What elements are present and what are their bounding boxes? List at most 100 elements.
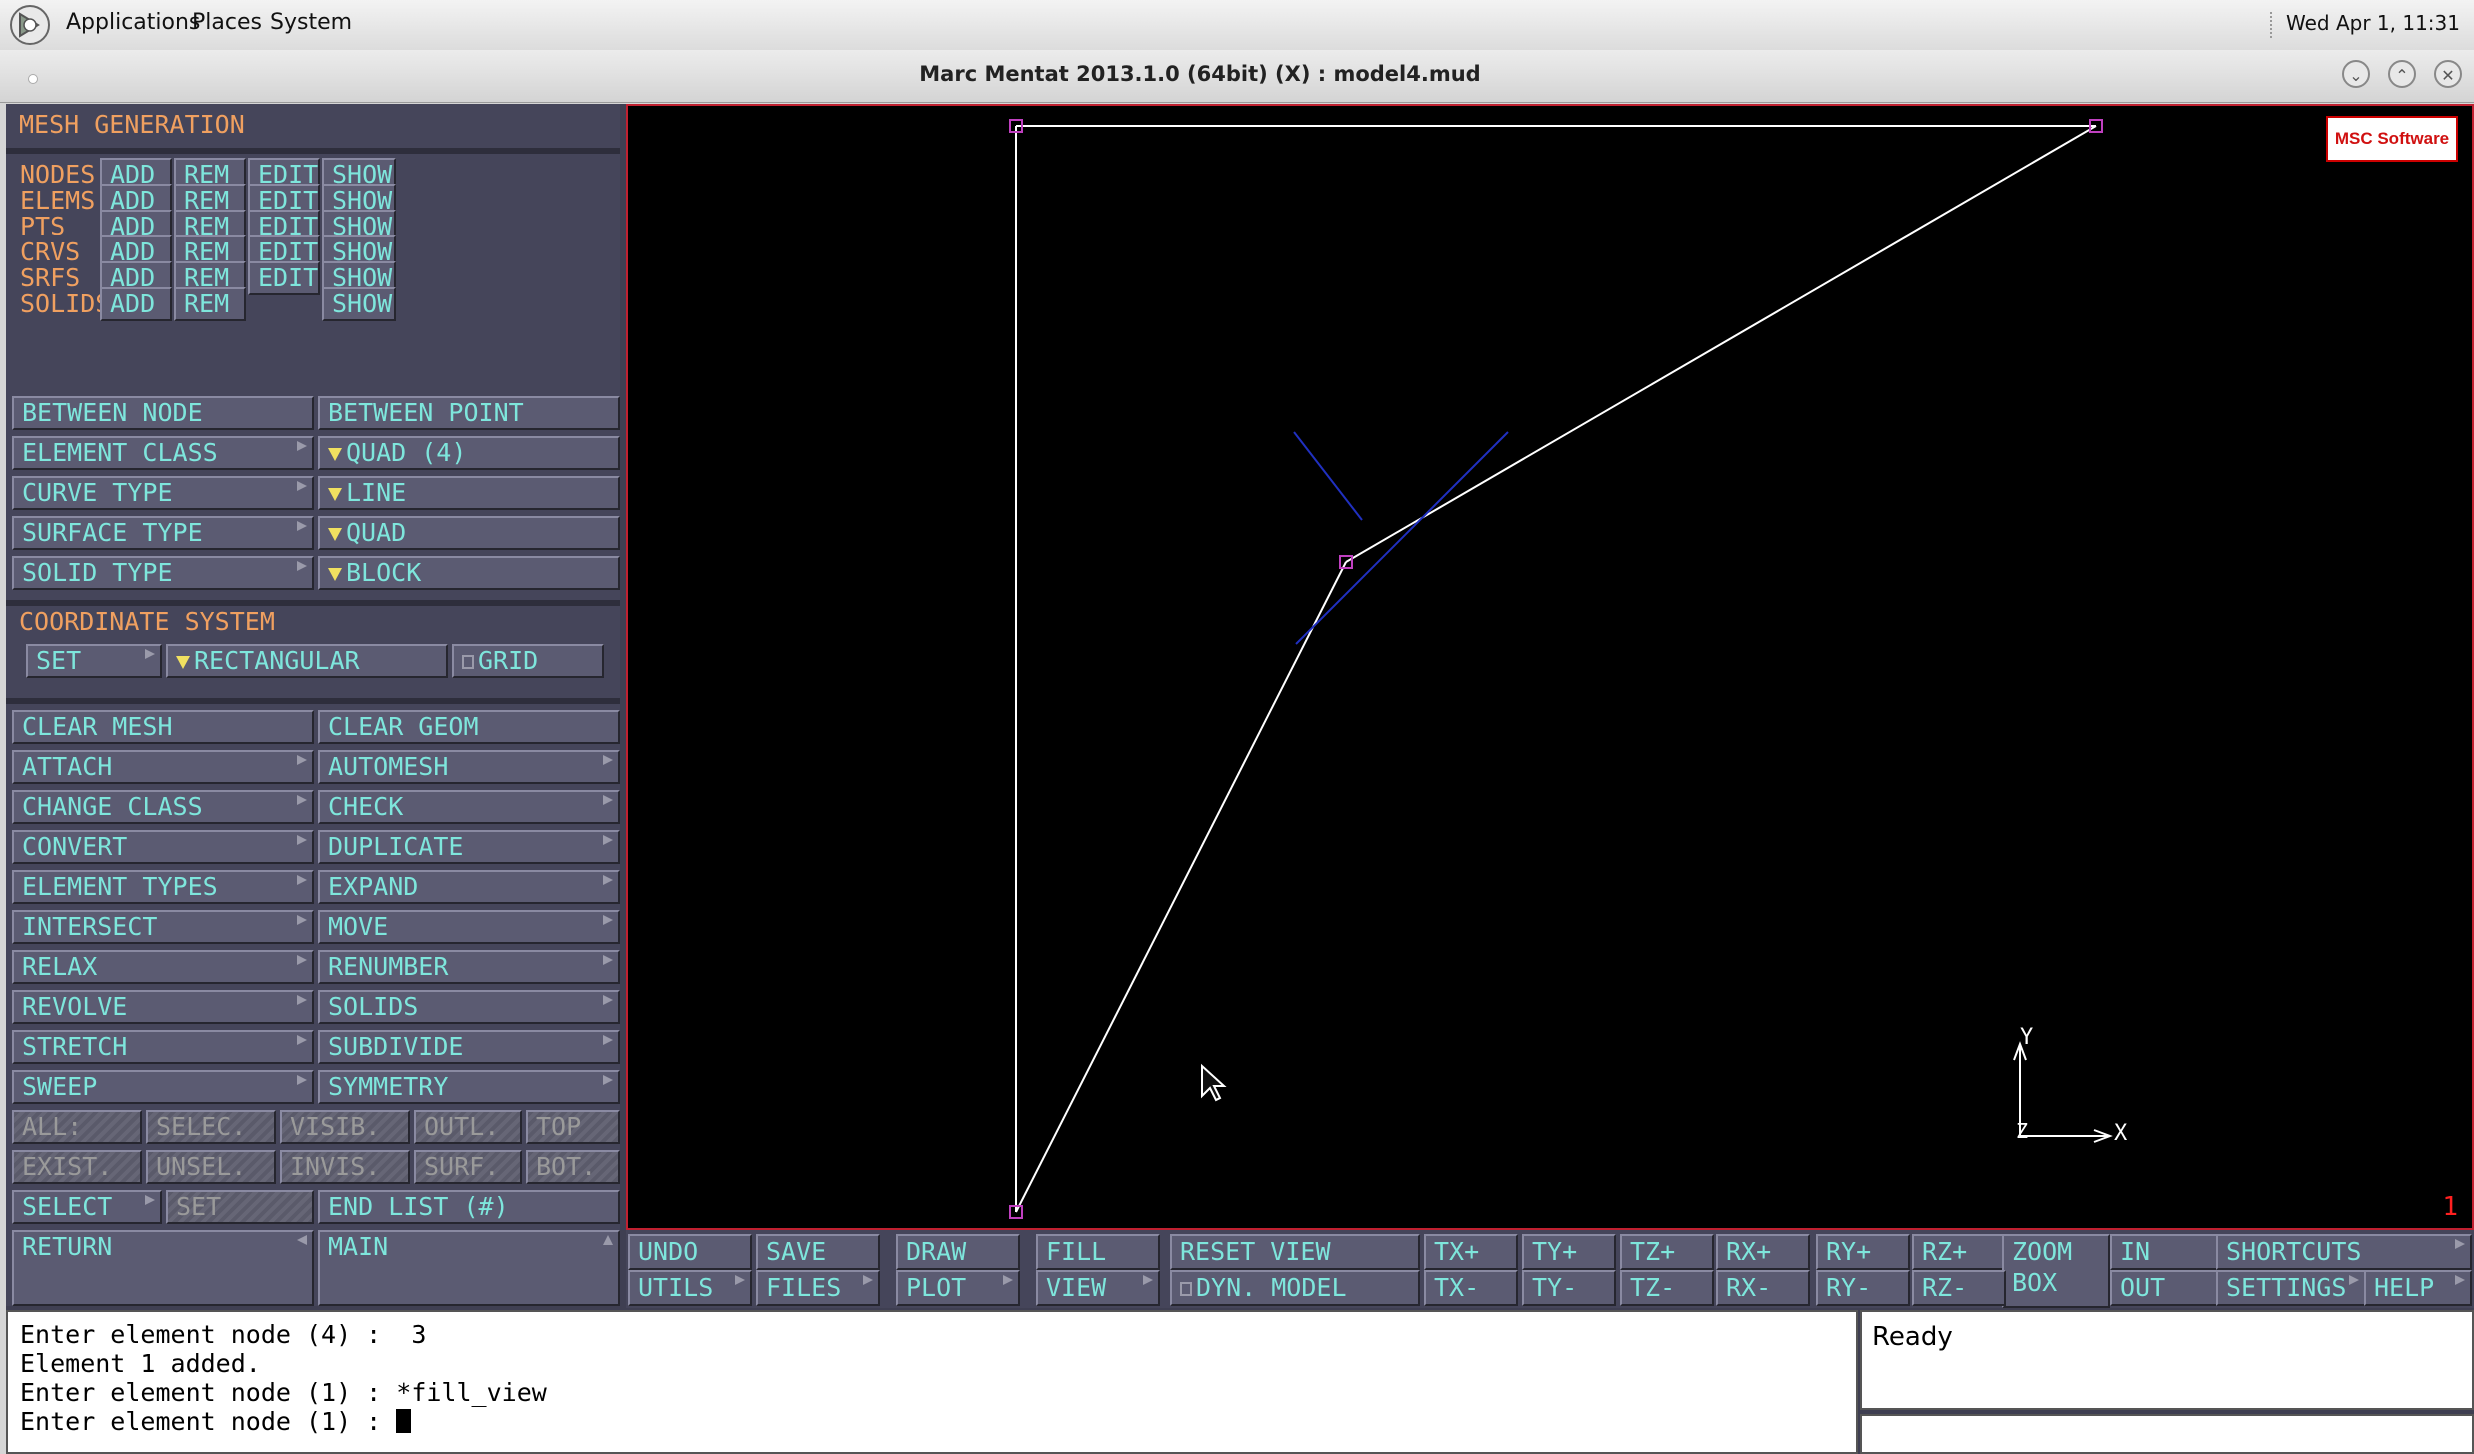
attach-button[interactable]: ATTACH	[12, 750, 314, 784]
console-input-line[interactable]: Enter element node (1) :	[20, 1407, 396, 1436]
applications-menu[interactable]: Applications	[66, 10, 200, 35]
rx-button[interactable]: RX-	[1716, 1270, 1810, 1306]
stretch-button[interactable]: STRETCH	[12, 1030, 314, 1064]
grid-label: GRID	[478, 646, 539, 675]
end-list-button[interactable]: END LIST (#)	[318, 1190, 620, 1224]
solid-type-dropdown[interactable]: BLOCK	[318, 556, 620, 590]
filter-selec-button: SELEC.	[146, 1110, 276, 1144]
symmetry-button[interactable]: SYMMETRY	[318, 1070, 620, 1104]
submenu-arrow-icon	[144, 648, 156, 660]
ty-button[interactable]: TY+	[1522, 1234, 1616, 1270]
ty-button[interactable]: TY-	[1522, 1270, 1616, 1306]
console-line: Enter element node (1) : *fill_view	[20, 1378, 547, 1407]
system-menu[interactable]: System	[270, 10, 352, 35]
clear-geom-button[interactable]: CLEAR GEOM	[318, 710, 620, 744]
renumber-button[interactable]: RENUMBER	[318, 950, 620, 984]
rz-button[interactable]: RZ-	[1912, 1270, 2006, 1306]
subdivide-button[interactable]: SUBDIVIDE	[318, 1030, 620, 1064]
zoom-box-button[interactable]: ZOOM BOX	[2002, 1234, 2110, 1308]
out-button[interactable]: OUT	[2110, 1270, 2218, 1306]
submenu-arrow-icon	[296, 954, 308, 966]
save-button[interactable]: SAVE	[756, 1234, 880, 1270]
sweep-button[interactable]: SWEEP	[12, 1070, 314, 1104]
maximize-icon[interactable]: ⌃	[2388, 60, 2416, 88]
places-menu[interactable]: Places	[192, 10, 262, 35]
clear-mesh-button[interactable]: CLEAR MESH	[12, 710, 314, 744]
select-button[interactable]: SELECT	[12, 1190, 162, 1224]
solids-button[interactable]: SOLIDS	[318, 990, 620, 1024]
top-panel: Applications Places System Wed Apr 1, 11…	[0, 0, 2474, 51]
coord-set-button[interactable]: SET	[26, 644, 162, 678]
filter-surf-button: SURF.	[414, 1150, 522, 1184]
panel-grip	[2270, 12, 2278, 38]
submenu-arrow-icon	[602, 1034, 614, 1046]
curve-type-button[interactable]: CURVE TYPE	[12, 476, 314, 510]
solids-rem-button[interactable]: REM	[174, 287, 246, 321]
between-point-button[interactable]: BETWEEN POINT	[318, 396, 620, 430]
minimize-icon[interactable]: ⌄	[2342, 60, 2370, 88]
filter-unsel-button: UNSEL.	[146, 1150, 276, 1184]
panel-header: MESH GENERATION	[19, 110, 245, 139]
relax-button-label: RELAX	[22, 952, 98, 981]
renumber-button-label: RENUMBER	[328, 952, 449, 981]
return-button[interactable]: RETURN	[12, 1230, 314, 1306]
shortcuts-button[interactable]: SHORTCUTS	[2216, 1234, 2472, 1270]
solids-add-button[interactable]: ADD	[100, 287, 172, 321]
utils-button[interactable]: UTILS	[628, 1270, 752, 1306]
main-button[interactable]: MAIN	[318, 1230, 620, 1306]
clock[interactable]: Wed Apr 1, 11:31	[2286, 11, 2460, 35]
expand-button[interactable]: EXPAND	[318, 870, 620, 904]
surface-type-button[interactable]: SURFACE TYPE	[12, 516, 314, 550]
srfs-edit-button[interactable]: EDIT	[248, 261, 320, 295]
dyn-model-toggle[interactable]: DYN. MODEL	[1170, 1270, 1420, 1306]
normal-indicator-lines	[1293, 431, 1509, 645]
ry-button[interactable]: RY+	[1816, 1234, 1910, 1270]
move-button[interactable]: MOVE	[318, 910, 620, 944]
window-titlebar[interactable]: Marc Mentat 2013.1.0 (64bit) (X) : model…	[0, 50, 2474, 103]
surface-type-dropdown[interactable]: QUAD	[318, 516, 620, 550]
between-node-button[interactable]: BETWEEN NODE	[12, 396, 314, 430]
solid-type-button[interactable]: SOLID TYPE	[12, 556, 314, 590]
tx-button[interactable]: TX+	[1424, 1234, 1518, 1270]
rx-button[interactable]: RX+	[1716, 1234, 1810, 1270]
plot-button[interactable]: PLOT	[896, 1270, 1020, 1306]
grid-toggle[interactable]: GRID	[452, 644, 604, 678]
check-button[interactable]: CHECK	[318, 790, 620, 824]
help-button[interactable]: HELP	[2364, 1270, 2472, 1306]
element-class-dropdown[interactable]: QUAD (4)	[318, 436, 620, 470]
coord-type-dropdown[interactable]: RECTANGULAR	[166, 644, 448, 678]
submenu-arrow-icon	[296, 994, 308, 1006]
reset-view-button[interactable]: RESET VIEW	[1170, 1234, 1420, 1270]
tz-button[interactable]: TZ-	[1620, 1270, 1714, 1306]
view-button[interactable]: VIEW	[1036, 1270, 1160, 1306]
graphics-viewport[interactable]: Y X Z MSC Software 1	[626, 104, 2474, 1230]
fill-button[interactable]: FILL	[1036, 1234, 1160, 1270]
undo-button[interactable]: UNDO	[628, 1234, 752, 1270]
tz-button[interactable]: TZ+	[1620, 1234, 1714, 1270]
separator	[6, 600, 620, 606]
files-button[interactable]: FILES	[756, 1270, 880, 1306]
intersect-button[interactable]: INTERSECT	[12, 910, 314, 944]
move-button-label: MOVE	[328, 912, 389, 941]
revolve-button[interactable]: REVOLVE	[12, 990, 314, 1024]
gnome-foot-icon[interactable]	[8, 4, 52, 46]
convert-button[interactable]: CONVERT	[12, 830, 314, 864]
command-console[interactable]: Enter element node (4) : 3 Element 1 add…	[6, 1310, 1858, 1454]
close-icon[interactable]: ✕	[2434, 60, 2462, 88]
in-button[interactable]: IN	[2110, 1234, 2218, 1270]
curve-type-dropdown[interactable]: LINE	[318, 476, 620, 510]
element-types-button[interactable]: ELEMENT TYPES	[12, 870, 314, 904]
element-class-button[interactable]: ELEMENT CLASS	[12, 436, 314, 470]
settings-button[interactable]: SETTINGS	[2216, 1270, 2366, 1306]
automesh-button[interactable]: AUTOMESH	[318, 750, 620, 784]
rz-button[interactable]: RZ+	[1912, 1234, 2006, 1270]
solids-show-button[interactable]: SHOW	[322, 287, 396, 321]
ry-button[interactable]: RY-	[1816, 1270, 1910, 1306]
zoom-label: ZOOM	[2012, 1237, 2073, 1266]
relax-button[interactable]: RELAX	[12, 950, 314, 984]
draw-button[interactable]: DRAW	[896, 1234, 1020, 1270]
tx-button[interactable]: TX-	[1424, 1270, 1518, 1306]
change-class-button[interactable]: CHANGE CLASS	[12, 790, 314, 824]
intersect-button-label: INTERSECT	[22, 912, 158, 941]
duplicate-button[interactable]: DUPLICATE	[318, 830, 620, 864]
